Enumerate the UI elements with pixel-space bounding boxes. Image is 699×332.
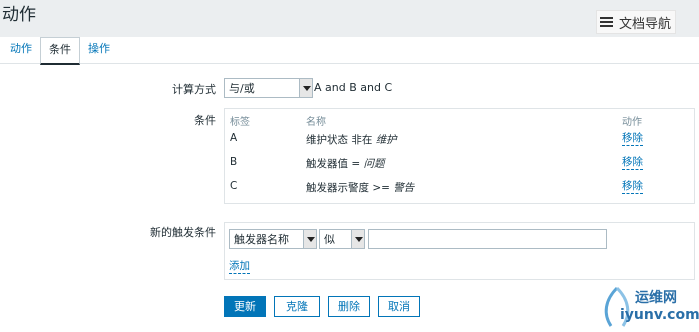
condition-name-prefix: 触发器示警度 >= [306, 182, 394, 194]
calculation-label: 计算方式 [172, 83, 216, 96]
page-header: 动作 文档导航 [0, 0, 699, 37]
condition-name-prefix: 维护状态 非在 [306, 134, 376, 146]
condition-tag: C [230, 180, 238, 192]
clone-button[interactable]: 克隆 [274, 296, 320, 317]
condition-name: 触发器示警度 >= 警告 [306, 180, 414, 195]
column-header-tag: 标签 [230, 117, 250, 128]
menu-icon [600, 17, 615, 27]
remove-condition-a-link[interactable]: 移除 [622, 132, 643, 146]
watermark-text-en: iyunv.com [620, 307, 699, 323]
column-header-name: 名称 [306, 117, 326, 128]
condition-name-prefix: 触发器值 = [306, 158, 364, 170]
watermark-logo: 运维网 iyunv.com [597, 282, 699, 332]
conditions-table: 标签 名称 动作 A 维护状态 非在 维护 移除 B 触发器值 = 问题 移除 … [224, 108, 695, 204]
condition-name-value: 维护 [375, 134, 397, 146]
calculation-select-value: 与/或 [229, 82, 255, 95]
condition-name: 触发器值 = 问题 [306, 156, 384, 171]
doc-nav-label: 文档导航 [619, 16, 672, 32]
chevron-down-icon [299, 79, 312, 97]
condition-tag: A [230, 132, 238, 144]
page-title: 动作 [2, 5, 36, 25]
condition-value-input[interactable] [368, 229, 607, 249]
formula-text: A and B and C [314, 81, 393, 94]
conditions-label: 条件 [194, 114, 216, 127]
chevron-down-icon [303, 230, 316, 248]
condition-name: 维护状态 非在 维护 [306, 132, 397, 147]
cancel-button[interactable]: 取消 [378, 296, 420, 317]
operator-select[interactable]: 似 [319, 229, 365, 249]
condition-type-select[interactable]: 触发器名称 [229, 229, 317, 249]
tab-operations[interactable]: 操作 [80, 37, 118, 64]
condition-type-value: 触发器名称 [234, 233, 289, 246]
add-condition-link[interactable]: 添加 [229, 260, 250, 274]
update-button[interactable]: 更新 [224, 296, 266, 317]
remove-condition-c-link[interactable]: 移除 [622, 180, 643, 194]
remove-condition-b-link[interactable]: 移除 [622, 156, 643, 170]
condition-tag: B [230, 156, 238, 168]
chevron-down-icon [351, 230, 364, 248]
operator-value: 似 [324, 233, 335, 246]
calculation-select[interactable]: 与/或 [224, 78, 313, 98]
condition-name-value: 问题 [363, 158, 385, 170]
new-condition-label: 新的触发条件 [150, 226, 216, 239]
condition-name-value: 警告 [393, 182, 415, 194]
delete-button[interactable]: 删除 [328, 296, 370, 317]
column-header-action: 动作 [622, 117, 642, 128]
doc-nav-button[interactable]: 文档导航 [596, 10, 676, 34]
tab-bar: 动作 条件 操作 [0, 37, 699, 65]
tab-conditions[interactable]: 条件 [40, 37, 80, 65]
tab-action[interactable]: 动作 [2, 37, 40, 64]
watermark-text-cn: 运维网 [635, 290, 677, 306]
